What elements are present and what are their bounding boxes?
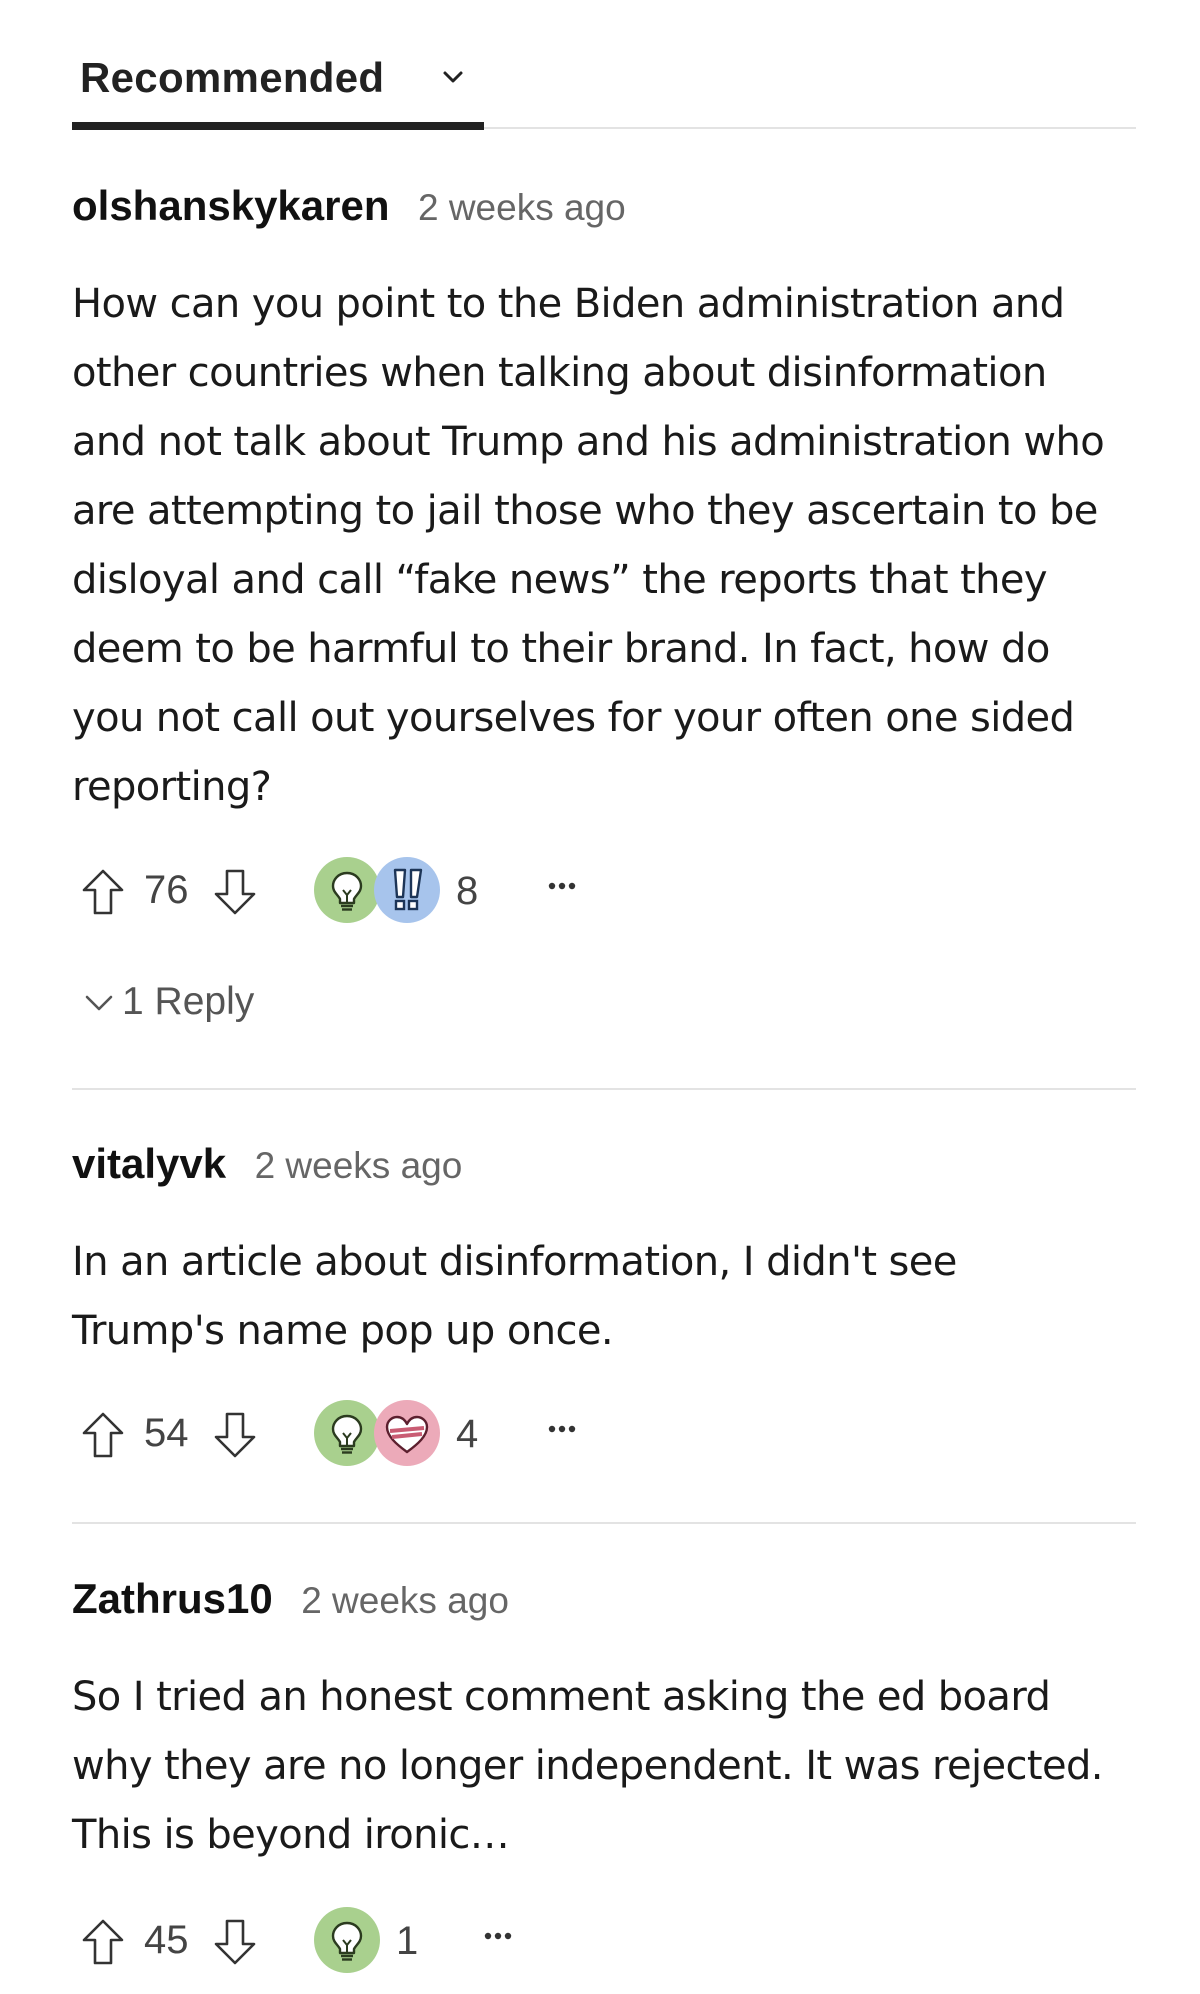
more-options-icon[interactable]: [542, 871, 582, 901]
comment-body-line: why they are no longer independent. It w…: [72, 1743, 1103, 1789]
tab-divider: [484, 127, 1136, 129]
lightbulb-icon: [314, 857, 380, 923]
sort-tabs: Recommended: [72, 40, 1136, 130]
comment-body-line: In an article about disinformation, I di…: [72, 1239, 957, 1285]
sort-label: Recommended: [80, 54, 385, 101]
comment-divider: [72, 1522, 1136, 1524]
comment-timestamp: 2 weeks ago: [254, 1145, 463, 1186]
comment-timestamp: 2 weeks ago: [301, 1580, 509, 1621]
comment-body-line: other countries when talking about disin…: [72, 350, 1047, 396]
comment-header: olshanskykaren 2 weeks ago: [72, 182, 626, 242]
comment-body: So I tried an honest comment asking the …: [72, 1663, 1103, 1870]
comment-author[interactable]: vitalyvk: [72, 1140, 226, 1188]
comment-divider: [72, 1088, 1136, 1090]
more-options-icon[interactable]: [478, 1921, 518, 1951]
comment-body: How can you point to the Biden administr…: [72, 270, 1105, 822]
comment-body-line: How can you point to the Biden administr…: [72, 281, 1065, 327]
comment-actions: 54 4: [72, 1400, 772, 1470]
more-options-icon[interactable]: [542, 1414, 582, 1444]
vote-count: 54: [144, 1411, 189, 1455]
upvote-icon[interactable]: [80, 1410, 126, 1460]
comment-body-line: deem to be harmful to their brand. In fa…: [72, 626, 1050, 672]
active-tab-underline: [72, 122, 484, 130]
comment-body-line: This is beyond ironic…: [72, 1812, 510, 1858]
comment-body-line: and not talk about Trump and his adminis…: [72, 419, 1105, 465]
comment-body-line: So I tried an honest comment asking the …: [72, 1674, 1051, 1720]
comment-body-line: are attempting to jail those who they as…: [72, 488, 1098, 534]
lightbulb-reaction[interactable]: [314, 1400, 380, 1466]
exclamation-icon: [374, 857, 440, 923]
sort-dropdown[interactable]: Recommended: [72, 40, 484, 130]
heart-icon: [374, 1400, 440, 1466]
downvote-icon[interactable]: [212, 1917, 258, 1967]
comment-actions: 76 8: [72, 857, 772, 927]
comment-author[interactable]: olshanskykaren: [72, 182, 390, 230]
comment: vitalyvk 2 weeks ago In an article about…: [72, 1140, 1136, 1480]
lightbulb-icon: [314, 1907, 380, 1973]
comment-author[interactable]: Zathrus10: [72, 1575, 273, 1623]
comment-body-line: reporting?: [72, 764, 272, 810]
comment-timestamp: 2 weeks ago: [417, 187, 626, 228]
comment-body-line: disloyal and call “fake news” the report…: [72, 557, 1048, 603]
comment-header: Zathrus10 2 weeks ago: [72, 1575, 509, 1635]
lightbulb-icon: [314, 1400, 380, 1466]
lightbulb-reaction[interactable]: [314, 857, 380, 923]
comment-body-line: you not call out yourselves for your oft…: [72, 695, 1075, 741]
lightbulb-reaction[interactable]: [314, 1907, 380, 1973]
vote-count: 45: [144, 1918, 189, 1962]
vote-count: 76: [144, 868, 189, 912]
downvote-icon[interactable]: [212, 867, 258, 917]
comment: Zathrus10 2 weeks ago So I tried an hone…: [72, 1575, 1136, 1985]
chevron-down-icon: [443, 71, 463, 83]
comment-body-line: Trump's name pop up once.: [72, 1308, 614, 1354]
upvote-icon[interactable]: [80, 867, 126, 917]
downvote-icon[interactable]: [212, 1410, 258, 1460]
comment: olshanskykaren 2 weeks ago How can you p…: [72, 182, 1136, 1032]
comment-actions: 45 1: [72, 1907, 772, 1977]
comment-body: In an article about disinformation, I di…: [72, 1228, 957, 1366]
reaction-count: 4: [456, 1412, 479, 1456]
chevron-down-icon: [85, 995, 113, 1011]
heart-reaction[interactable]: [374, 1400, 440, 1466]
reaction-count: 8: [456, 869, 479, 913]
comment-header: vitalyvk 2 weeks ago: [72, 1140, 462, 1200]
exclamation-reaction[interactable]: [374, 857, 440, 923]
upvote-icon[interactable]: [80, 1917, 126, 1967]
replies-label: 1 Reply: [122, 980, 255, 1023]
reaction-count: 1: [396, 1919, 419, 1963]
